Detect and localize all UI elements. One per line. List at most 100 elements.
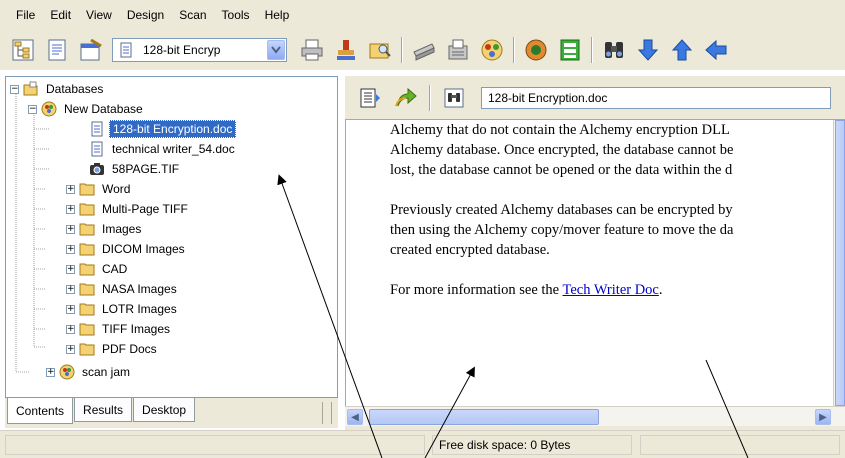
database-tree[interactable]: − Databases − New Database 128-bit Encry… [5,76,338,398]
splitter-grip[interactable] [322,402,332,424]
vertical-scroll-thumb[interactable] [835,120,845,406]
document-text: Alchemy that do not contain the Alchemy … [390,120,833,320]
menu-bar: File Edit View Design Scan Tools Help [0,0,845,30]
folder-icon [78,341,96,357]
globe-button[interactable] [523,36,549,64]
arrow-down-icon [637,39,659,61]
expand-icon[interactable]: + [66,344,75,354]
tree-label: Databases [46,82,104,96]
tree-node-folder[interactable]: + Images [66,219,144,239]
collapse-icon[interactable]: − [10,84,19,94]
tree-node-folder[interactable]: + CAD [66,259,130,279]
find-text-button[interactable] [441,84,467,112]
menu-help[interactable]: Help [259,8,299,22]
find-file-icon [369,43,391,59]
document-view-button[interactable] [44,36,70,64]
arrow-open-icon [395,87,417,106]
fax-icon [448,39,468,60]
tree-node-folder[interactable]: + DICOM Images [66,239,188,259]
tree-node-folder[interactable]: + LOTR Images [66,299,180,319]
menu-file[interactable]: File [10,8,44,22]
tree-view-icon [12,39,34,61]
main-toolbar: 128-bit Encryp [0,30,845,70]
next-button[interactable] [635,36,661,64]
tree-node-folder[interactable]: + PDF Docs [66,339,160,359]
open-native-button[interactable] [393,84,419,112]
expand-icon[interactable]: + [66,264,75,274]
document-viewer[interactable]: Alchemy that do not contain the Alchemy … [345,120,833,406]
folder-icon [78,261,96,277]
folder-icon [78,221,96,237]
menu-view[interactable]: View [80,8,121,22]
paragraph: Alchemy that do not contain the Alchemy … [390,120,833,180]
tree-label: Images [102,222,142,236]
tree-label: 128-bit Encryption.doc [109,120,237,138]
tree-node-folder[interactable]: + NASA Images [66,279,180,299]
fax-button[interactable] [445,36,471,64]
tree-node-folder[interactable]: + Word [66,179,133,199]
properties-icon [80,38,102,61]
binoculars-icon [605,42,623,58]
vertical-scrollbar[interactable] [833,120,845,406]
menu-scan[interactable]: Scan [173,8,215,22]
pane-tabs: Contents Results Desktop [5,398,338,428]
tree-label: CAD [102,262,128,276]
tree-label: TIFF Images [102,322,171,336]
expand-icon[interactable]: + [66,184,75,194]
properties-button[interactable] [78,36,104,64]
horizontal-scrollbar[interactable]: ◀ ▶ [345,406,845,426]
menu-design[interactable]: Design [121,8,173,22]
film-strip-icon [560,39,580,61]
convert-icon [481,39,503,61]
expand-icon[interactable]: + [66,304,75,314]
film-strip-button[interactable] [557,36,583,64]
menu-edit[interactable]: Edit [44,8,80,22]
tree-node-databases[interactable]: − Databases [10,79,106,99]
tree-node-file[interactable]: 128-bit Encryption.doc [88,119,237,139]
find-file-button[interactable] [367,36,393,64]
back-button[interactable] [703,36,729,64]
tree-node-file[interactable]: technical writer_54.doc [88,139,238,159]
tree-node-folder[interactable]: + Multi-Page TIFF [66,199,191,219]
collapse-icon[interactable]: − [28,104,37,114]
document-icon [88,121,106,137]
chevron-down-icon[interactable] [267,40,285,60]
expand-icon[interactable]: + [66,224,75,234]
expand-icon[interactable]: + [66,284,75,294]
tab-desktop[interactable]: Desktop [133,398,196,422]
stamp-button[interactable] [333,36,359,64]
tree-view-button[interactable] [10,36,36,64]
document-icon [117,42,135,58]
tree-label: DICOM Images [102,242,185,256]
view-mode-button[interactable] [357,84,383,112]
database-icon [40,101,58,117]
print-button[interactable] [299,36,325,64]
tree-label: 58PAGE.TIF [112,162,180,176]
menu-tools[interactable]: Tools [216,8,259,22]
scanner-button[interactable] [411,36,437,64]
free-disk-space: Free disk space: 0 Bytes [432,435,632,455]
tree-label: technical writer_54.doc [112,142,235,156]
convert-button[interactable] [479,36,505,64]
search-button[interactable] [601,36,627,64]
previous-button[interactable] [669,36,695,64]
scroll-right-button[interactable]: ▶ [815,409,831,425]
text-span: . [658,282,663,298]
expand-icon[interactable]: + [66,244,75,254]
expand-icon[interactable]: + [66,204,75,214]
expand-icon[interactable]: + [66,324,75,334]
tab-results[interactable]: Results [74,398,133,422]
tab-contents[interactable]: Contents [7,398,74,424]
tree-node-new-database[interactable]: − New Database [28,99,146,119]
scroll-left-button[interactable]: ◀ [347,409,363,425]
text-line: created encrypted database. [390,242,550,258]
document-pane: 128-bit Encryption.doc Alchemy that do n… [345,76,845,430]
expand-icon[interactable]: + [46,367,55,377]
tech-writer-doc-link[interactable]: Tech Writer Doc [563,282,659,298]
tree-node-folder[interactable]: + TIFF Images [66,319,173,339]
horizontal-scroll-thumb[interactable] [369,409,599,425]
tree-node-scan-jam[interactable]: + scan jam [46,362,133,382]
document-combo[interactable]: 128-bit Encryp [112,38,287,62]
tree-node-file[interactable]: 58PAGE.TIF [88,159,182,179]
database-folder-icon [22,81,40,97]
